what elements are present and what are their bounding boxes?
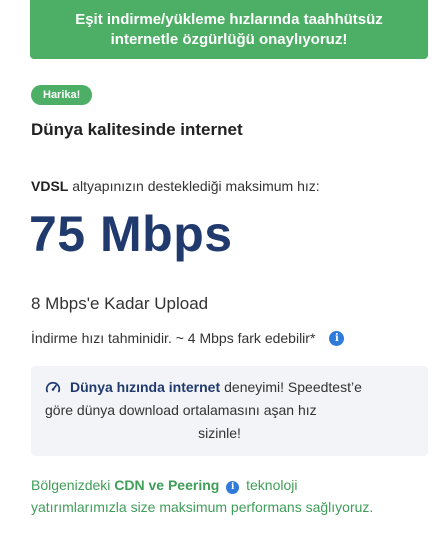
max-speed-description: VDSL altyapınızın desteklediği maksimum …: [31, 178, 320, 194]
world-speed-box: Dünya hızında internet deneyimi! Speedte…: [31, 366, 428, 456]
upload-speed: 8 Mbps'e Kadar Upload: [31, 294, 209, 313]
gauge-icon: [45, 381, 61, 392]
world-line-3: sizinle!: [198, 425, 241, 441]
cdn-note: Bölgenizdeki CDN ve Peering i teknoloji …: [31, 474, 431, 518]
world-line-1: Dünya hızında internet deneyimi! Speedte…: [45, 376, 414, 399]
estimate-note: İndirme hızı tahminidir. ~ 4 Mbps fark e…: [31, 330, 345, 346]
tech-name: VDSL: [31, 178, 69, 194]
cdn-line-2: yatırımlarımızla size maksimum performan…: [31, 499, 374, 515]
cdn-suffix: teknoloji: [246, 477, 298, 493]
section-heading: Dünya kalitesinde internet: [31, 120, 243, 139]
cdn-bold: CDN ve Peering: [114, 477, 220, 493]
world-speed-bold: Dünya hızında internet: [70, 379, 221, 395]
promo-banner: Eşit indirme/yükleme hızlarında taahhüts…: [30, 0, 428, 59]
estimate-text: İndirme hızı tahminidir. ~ 4 Mbps fark e…: [31, 330, 316, 346]
max-speed-value: 75 Mbps: [29, 206, 233, 262]
banner-line-1: Eşit indirme/yükleme hızlarında taahhüts…: [75, 10, 383, 28]
cdn-prefix: Bölgenizdeki: [31, 477, 111, 493]
world-speed-text: deneyimi! Speedtest’e: [224, 379, 362, 395]
info-icon[interactable]: i: [329, 330, 345, 346]
banner-line-2: internetle özgürlüğü onaylıyoruz!: [110, 30, 348, 48]
status-badge: Harika!: [31, 85, 93, 105]
world-line-2: göre dünya download ortalamasını aşan hı…: [45, 402, 317, 418]
max-speed-text: altyapınızın desteklediği maksimum hız:: [72, 178, 320, 194]
cdn-info-icon[interactable]: i: [226, 480, 240, 494]
